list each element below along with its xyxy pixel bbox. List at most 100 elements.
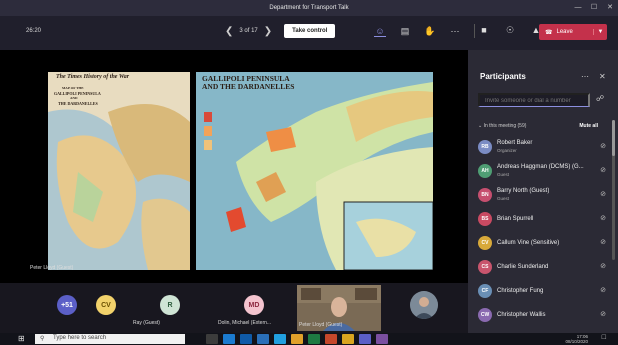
microphone-off-icon[interactable]: ⊘ <box>600 142 606 150</box>
raise-hand-icon[interactable]: ✋ <box>424 25 436 37</box>
notification-icon[interactable]: □ <box>602 334 606 341</box>
take-control-button[interactable]: Take control <box>284 24 336 38</box>
microphone-off-icon[interactable]: ⊘ <box>600 286 606 294</box>
microphone-off-icon[interactable]: ⊘ <box>600 238 606 246</box>
leave-button-main[interactable]: ☎ Leave <box>539 29 593 36</box>
participants-scrollbar[interactable] <box>612 120 615 260</box>
camera-icon[interactable]: ■ <box>478 24 490 36</box>
scrollbar-thumb[interactable] <box>612 120 615 156</box>
participant-name: Barry North (Guest) <box>497 188 550 194</box>
explorer-icon[interactable] <box>342 334 354 344</box>
skype-icon[interactable] <box>274 334 286 344</box>
share-invite-icon[interactable]: ☍ <box>596 94 604 103</box>
minimize-icon[interactable]: — <box>570 0 586 16</box>
close-icon[interactable]: ✕ <box>602 0 618 16</box>
edge-icon[interactable] <box>223 334 235 344</box>
participant-role: Guest <box>497 172 510 177</box>
microphone-off-icon[interactable]: ⊘ <box>600 310 606 318</box>
microphone-off-icon[interactable]: ⊘ <box>600 166 606 174</box>
avatar-photo <box>410 291 438 319</box>
avatar: BN <box>478 188 492 202</box>
more-actions-icon[interactable]: ⋯ <box>449 25 461 37</box>
participant-name: Robert Baker <box>497 140 533 146</box>
participants-icon[interactable]: ☺ <box>374 25 386 37</box>
map-left-image: The Times History of the War MAP OF THE … <box>48 72 190 270</box>
more-participants-badge[interactable]: +51 <box>57 295 77 315</box>
previous-slide-icon[interactable]: ❮ <box>225 26 233 37</box>
task-view-icon[interactable] <box>206 334 218 344</box>
avatar: CF <box>478 284 492 298</box>
title-bar: Department for Transport Talk — ☐ ✕ <box>0 0 618 16</box>
participant-name-block: Barry North (Guest) Guest <box>497 188 549 202</box>
outlook-icon[interactable] <box>240 334 252 344</box>
mute-all-button[interactable]: Mute all <box>579 123 598 129</box>
teams-icon[interactable] <box>359 334 371 344</box>
toolbar-divider <box>474 24 475 38</box>
leave-label: Leave <box>556 29 573 35</box>
participants-panel: Participants ⋯ ✕ ☍ ⌄ In this meeting (59… <box>468 50 618 333</box>
list-item[interactable]: CS Charlie Sunderland ⊘ <box>478 255 608 279</box>
avatar: RB <box>478 140 492 154</box>
list-item[interactable]: CF Christopher Fung ⊘ <box>478 279 608 303</box>
clock-date: 08/10/2020 <box>565 339 588 344</box>
avatar: CS <box>478 260 492 274</box>
onenote-icon[interactable] <box>376 334 388 344</box>
microphone-off-icon[interactable]: ⊘ <box>600 262 606 270</box>
next-slide-icon[interactable]: ❯ <box>264 26 272 37</box>
chrome-icon[interactable] <box>291 334 303 344</box>
list-item[interactable]: AH Andreas Haggman (DCMS) (G... Guest ⊘ <box>478 159 608 183</box>
maximize-icon[interactable]: ☐ <box>586 0 602 16</box>
meeting-timer: 26:20 <box>26 28 42 34</box>
chat-icon[interactable]: ▤ <box>399 25 411 37</box>
close-panel-icon[interactable]: ✕ <box>599 72 606 81</box>
windows-start-icon[interactable]: ⊞ <box>18 334 25 343</box>
participant-name: Andreas Haggman (DCMS) (G... <box>497 164 584 170</box>
list-item[interactable]: CW Christopher Wallis ⊘ <box>478 303 608 327</box>
excel-icon[interactable] <box>308 334 320 344</box>
list-item[interactable]: CV Callum Vine (Sensitive) ⊘ <box>478 231 608 255</box>
section-label[interactable]: ⌄ In this meeting (59) <box>478 123 526 129</box>
search-placeholder: Type here to search <box>53 335 107 341</box>
map-right-image: GALLIPOLI PENINSULA AND THE DARDANELLES <box>196 72 433 270</box>
participant-list: RB Robert Baker Organizer ⊘ AH Andreas Ha… <box>478 135 608 327</box>
participant-role: Organizer <box>497 148 517 153</box>
participant-strip: +51 CV R Ray (Guest) MD Dolin, Michael (… <box>0 283 468 333</box>
shared-screen: The Times History of the War MAP OF THE … <box>0 50 468 283</box>
map-left-title: The Times History of the War <box>56 74 130 80</box>
word-icon[interactable] <box>257 334 269 344</box>
map-right-drawing <box>196 72 433 270</box>
participant-name: Ray (Guest) <box>133 320 160 326</box>
list-item[interactable]: BS Brian Spurrell ⊘ <box>478 207 608 231</box>
taskbar-apps <box>206 334 388 344</box>
presenter-caption: Peter Lloyd (Guest) <box>30 265 74 271</box>
microphone-off-icon[interactable]: ⊘ <box>600 190 606 198</box>
leave-button[interactable]: ☎ Leave ▼ <box>539 24 607 40</box>
list-item[interactable]: BN Barry North (Guest) Guest ⊘ <box>478 183 608 207</box>
avatar: AH <box>478 164 492 178</box>
participant-name: Dolin, Michael (Extern... <box>218 320 272 326</box>
slide-pager: ❮ 3 of 17 ❯ Take control <box>225 24 336 38</box>
participant-name: Christopher Fung <box>497 287 544 294</box>
powerpoint-icon[interactable] <box>325 334 337 344</box>
system-tray-clock[interactable]: 17:06 08/10/2020 <box>565 334 588 344</box>
search-icon: ⚲ <box>40 336 45 342</box>
microphone-off-icon[interactable]: ⊘ <box>600 214 606 222</box>
toolbar-actions: ☺ ▤ ✋ ⋯ <box>374 24 475 38</box>
map-left-subtitle-1: MAP OF THE <box>62 86 84 90</box>
avatar: CW <box>478 308 492 322</box>
participant-name: Callum Vine (Sensitive) <box>497 239 560 246</box>
page-counter: 3 of 17 <box>239 28 258 34</box>
list-item[interactable]: RB Robert Baker Organizer ⊘ <box>478 135 608 159</box>
participant-role: Guest <box>497 196 510 201</box>
taskbar-search-input[interactable]: ⚲ Type here to search <box>35 334 185 344</box>
map-left-subtitle-4: THE DARDANELLES <box>58 101 98 106</box>
more-options-icon[interactable]: ⋯ <box>581 72 589 81</box>
window-controls: — ☐ ✕ <box>570 0 618 16</box>
microphone-off-icon[interactable]: ☉ <box>504 24 516 36</box>
chevron-down-icon[interactable]: ▼ <box>593 29 607 35</box>
invite-input[interactable] <box>478 93 590 107</box>
avatar: R <box>160 295 180 315</box>
participant-name: Christopher Wallis <box>497 311 546 318</box>
meeting-toolbar: 26:20 ❮ 3 of 17 ❯ Take control ☺ ▤ ✋ ⋯ ■… <box>0 16 618 50</box>
avatar: CV <box>478 236 492 250</box>
